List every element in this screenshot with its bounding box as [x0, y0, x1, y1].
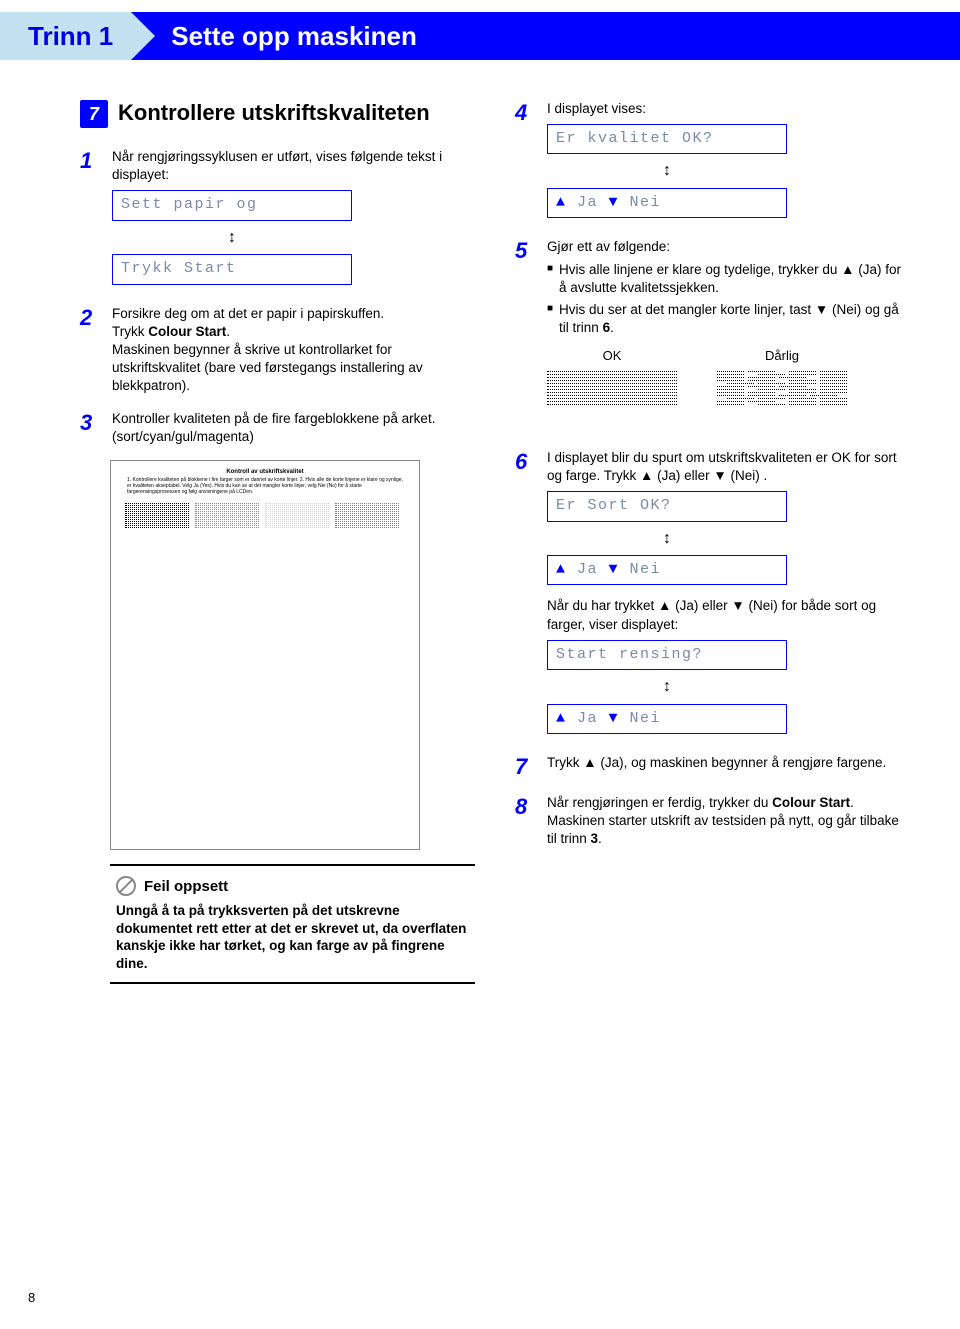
warning-text: Unngå å ta på trykksverten på det utskre…	[116, 902, 469, 972]
section-title: Kontrollere utskriftskvaliteten	[118, 100, 430, 126]
lcd-display: Trykk Start	[112, 254, 352, 284]
bad-label: Dårlig	[717, 347, 847, 365]
step-2: 2 Forsikre deg om at det er papir i papi…	[80, 305, 475, 396]
step-6: 6 I displayet blir du spurt om utskrifts…	[515, 449, 910, 740]
step-7: 7 Trykk ▲ (Ja), og maskinen begynner å r…	[515, 754, 910, 780]
page-number: 8	[28, 1290, 35, 1305]
step-number: 8	[515, 794, 533, 820]
step-text: I displayet vises:	[547, 100, 910, 118]
page-title: Sette opp maskinen	[131, 12, 960, 60]
color-block-black	[125, 503, 189, 547]
warning-title: Feil oppsett	[144, 878, 228, 895]
step-number: 7	[515, 754, 533, 780]
section-number-badge: 7	[80, 100, 108, 128]
bullet-item: Hvis du ser at det mangler korte linjer,…	[547, 301, 910, 337]
right-column: 4 I displayet vises: Er kvalitet OK? ↕ ▲…	[515, 100, 910, 984]
sample-bad	[717, 371, 847, 419]
ok-label: OK	[547, 347, 677, 365]
step-text: Forsikre deg om at det er papir i papirs…	[112, 305, 475, 323]
step-3: 3 Kontroller kvaliteten på de fire farge…	[80, 410, 475, 446]
step-text: Trykk Colour Start.	[112, 323, 475, 341]
lcd-display: Start rensing?	[547, 640, 787, 670]
page-header: Trinn 1 Sette opp maskinen	[0, 12, 960, 60]
lcd-display: ▲ Ja ▼ Nei	[547, 704, 787, 734]
color-block-magenta	[335, 503, 399, 547]
step-number: 6	[515, 449, 533, 475]
lcd-display: Sett papir og	[112, 190, 352, 220]
section-header: 7 Kontrollere utskriftskvaliteten	[80, 100, 475, 128]
step-number: 2	[80, 305, 98, 331]
quality-compare: OK Dårlig	[547, 347, 910, 419]
step-4: 4 I displayet vises: Er kvalitet OK? ↕ ▲…	[515, 100, 910, 224]
updown-icon: ↕	[547, 528, 787, 550]
sample-ok	[547, 371, 677, 419]
updown-icon: ↕	[547, 676, 787, 698]
prohibit-icon	[116, 876, 136, 896]
step-text: Trykk ▲ (Ja), og maskinen begynner å ren…	[547, 754, 910, 772]
test-sheet-title: Kontroll av utskriftskvalitet	[119, 469, 411, 475]
step-number: 3	[80, 410, 98, 436]
lcd-display: ▲ Ja ▼ Nei	[547, 555, 787, 585]
step-number: 5	[515, 238, 533, 264]
step-text: Kontroller kvaliteten på de fire fargebl…	[112, 410, 475, 428]
color-block-yellow	[265, 503, 329, 547]
step-text: Maskinen begynner å skrive ut kontrollar…	[112, 341, 475, 396]
step-number: 1	[80, 148, 98, 174]
lcd-display: ▲ Ja ▼ Nei	[547, 188, 787, 218]
step-text: (sort/cyan/gul/magenta)	[112, 428, 475, 446]
step-5: 5 Gjør ett av følgende: Hvis alle linjen…	[515, 238, 910, 435]
test-sheet-text: 1. Kontrollere kvaliteten på blokkene i …	[127, 477, 403, 495]
step-number: 4	[515, 100, 533, 126]
step-1: 1 Når rengjøringssyklusen er utført, vis…	[80, 148, 475, 291]
lcd-display: Er kvalitet OK?	[547, 124, 787, 154]
step-text: Når rengjøringen er ferdig, trykker du C…	[547, 794, 910, 849]
step-8: 8 Når rengjøringen er ferdig, trykker du…	[515, 794, 910, 849]
left-column: 7 Kontrollere utskriftskvaliteten 1 Når …	[80, 100, 475, 984]
step-text: I displayet blir du spurt om utskriftskv…	[547, 449, 910, 485]
updown-icon: ↕	[112, 227, 352, 249]
color-block-cyan	[195, 503, 259, 547]
step-badge: Trinn 1	[0, 12, 131, 60]
warning-box: Feil oppsett Unngå å ta på trykksverten …	[110, 864, 475, 984]
step-text: Når du har trykket ▲ (Ja) eller ▼ (Nei) …	[547, 597, 910, 633]
bullet-item: Hvis alle linjene er klare og tydelige, …	[547, 261, 910, 297]
updown-icon: ↕	[547, 160, 787, 182]
step-text: Når rengjøringssyklusen er utført, vises…	[112, 148, 475, 184]
step-text: Gjør ett av følgende:	[547, 238, 910, 256]
test-sheet-preview: Kontroll av utskriftskvalitet 1. Kontrol…	[110, 460, 420, 850]
lcd-display: Er Sort OK?	[547, 491, 787, 521]
